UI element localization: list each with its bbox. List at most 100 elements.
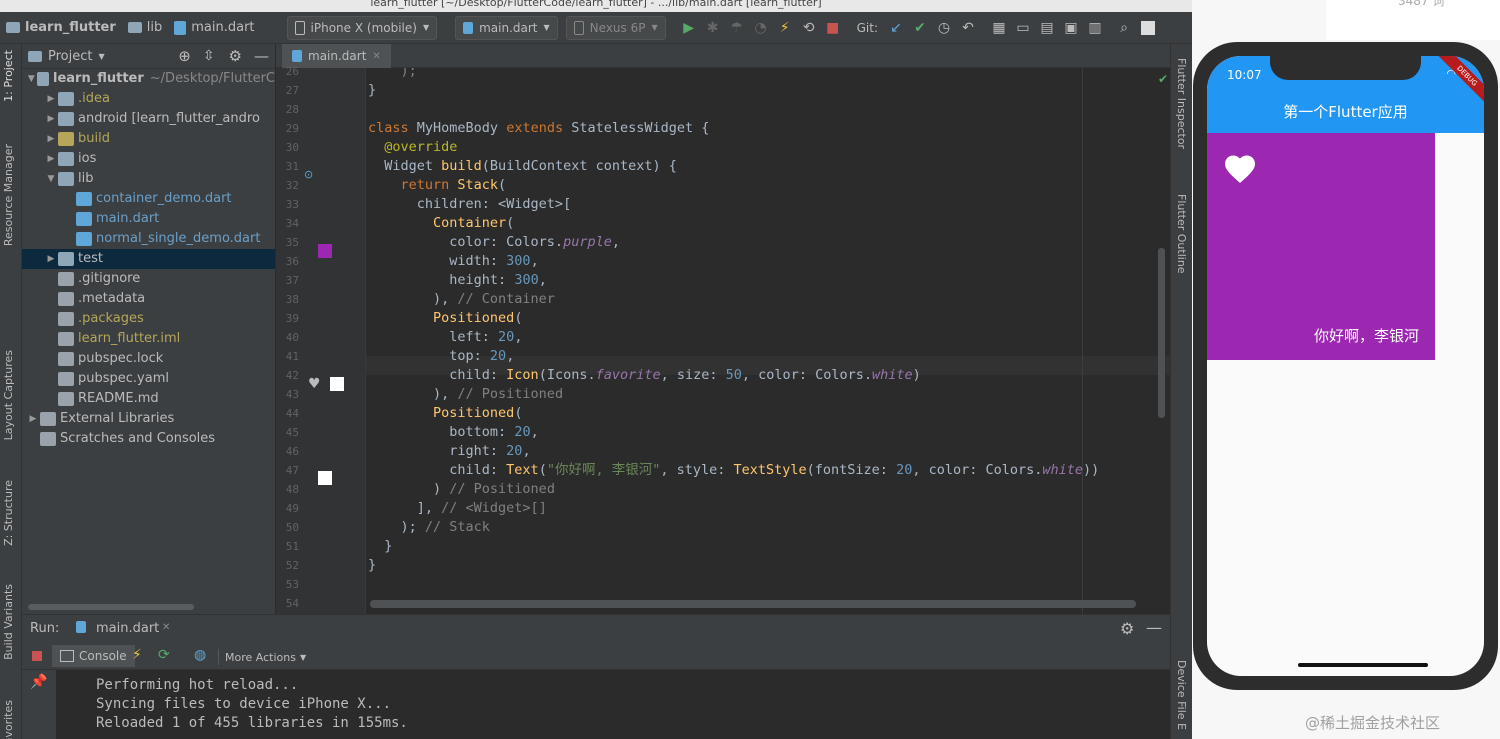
chevron-down-icon[interactable]: ▼ bbox=[98, 52, 104, 61]
gear-icon[interactable]: ⚙ bbox=[229, 47, 242, 65]
editor-scrollbar[interactable] bbox=[1158, 248, 1165, 418]
tree-item[interactable]: pubspec.lock bbox=[22, 349, 275, 369]
color-swatch-purple[interactable] bbox=[318, 244, 332, 258]
search-icon[interactable]: ⌕ bbox=[1113, 17, 1135, 39]
hot-reload-icon[interactable]: ⚡ bbox=[774, 17, 796, 39]
tree-item[interactable]: main.dart bbox=[22, 209, 275, 229]
breadcrumb-file[interactable]: main.dart bbox=[168, 12, 260, 44]
profile-icon[interactable]: ◔ bbox=[750, 17, 772, 39]
tree-item[interactable]: README.md bbox=[22, 389, 275, 409]
git-commit-icon[interactable]: ✔ bbox=[909, 17, 931, 39]
tree-item[interactable]: ▶ test bbox=[22, 249, 275, 269]
code-token: // Stack bbox=[424, 519, 490, 535]
chevron-down-icon[interactable]: ▼ bbox=[26, 69, 37, 89]
git-history-icon[interactable]: ◷ bbox=[933, 17, 955, 39]
code-token: , bbox=[506, 348, 515, 364]
console-tab[interactable]: Console bbox=[52, 645, 135, 667]
git-update-icon[interactable]: ↙ bbox=[885, 17, 907, 39]
chevron-right-icon[interactable]: ▶ bbox=[26, 409, 40, 429]
simulator-screen[interactable]: 10:07 ◠ DEBUG 第一个Flutter应用 你好啊，李银河 bbox=[1207, 56, 1484, 676]
project-structure-icon[interactable]: ▦ bbox=[988, 17, 1010, 39]
editor-hscrollbar[interactable] bbox=[370, 600, 1136, 608]
tree-item[interactable]: ▼ lib bbox=[22, 169, 275, 189]
debug-icon[interactable]: ✱ bbox=[702, 17, 724, 39]
code-editor[interactable]: ✔ );} class MyHomeBody extends StatelessW… bbox=[366, 68, 1170, 614]
code-token: 20 bbox=[489, 348, 507, 364]
hot-reload-icon[interactable]: ⚡ bbox=[132, 647, 142, 663]
tree-item[interactable]: Scratches and Consoles bbox=[22, 429, 275, 449]
tab-favorites[interactable]: avorites bbox=[2, 700, 15, 739]
terminal-icon[interactable]: ▭ bbox=[1012, 17, 1034, 39]
avd-manager-icon[interactable]: ▣ bbox=[1060, 17, 1082, 39]
line-number: 30 bbox=[285, 141, 299, 154]
breadcrumb-lib[interactable]: lib bbox=[122, 12, 168, 44]
tab-resource-manager[interactable]: Resource Manager bbox=[2, 144, 15, 246]
hide-icon[interactable]: — bbox=[1146, 618, 1162, 637]
tree-item[interactable]: ▶ External Libraries bbox=[22, 409, 275, 429]
close-icon[interactable]: ✕ bbox=[162, 622, 170, 633]
stop-icon[interactable] bbox=[32, 651, 42, 661]
coverage-icon[interactable]: ☂ bbox=[726, 17, 748, 39]
hide-icon[interactable]: — bbox=[254, 47, 269, 65]
chevron-right-icon[interactable]: ▶ bbox=[44, 149, 58, 169]
tree-item[interactable]: learn_flutter.iml bbox=[22, 329, 275, 349]
device-selector[interactable]: iPhone X (mobile) ▼ bbox=[286, 15, 438, 40]
code-line: @override bbox=[368, 138, 457, 157]
stop-icon[interactable]: ■ bbox=[822, 17, 844, 39]
code-token: // Positioned bbox=[449, 481, 555, 497]
tree-item[interactable]: pubspec.yaml bbox=[22, 369, 275, 389]
chevron-down-icon[interactable]: ▼ bbox=[44, 169, 58, 189]
tree-item[interactable]: ▼ learn_flutter ~/Desktop/FlutterC bbox=[22, 69, 275, 89]
run-tab-main-dart[interactable]: main.dart bbox=[96, 621, 159, 636]
tree-item[interactable]: ▶ .idea bbox=[22, 89, 275, 109]
locate-icon[interactable]: ⊕ bbox=[178, 47, 191, 65]
chevron-right-icon[interactable]: ▶ bbox=[44, 129, 58, 149]
devtools-icon[interactable]: ◍ bbox=[194, 647, 206, 663]
line-number: 52 bbox=[285, 559, 299, 572]
code-token: Positioned bbox=[368, 310, 515, 326]
gear-icon[interactable]: ⚙ bbox=[1120, 619, 1134, 638]
close-icon[interactable]: ✕ bbox=[372, 51, 380, 62]
project-scrollbar[interactable] bbox=[28, 604, 194, 610]
tab-project[interactable]: 1: Project bbox=[2, 50, 15, 102]
home-indicator[interactable] bbox=[1298, 663, 1428, 667]
tab-structure[interactable]: Z: Structure bbox=[2, 480, 15, 546]
run-config-selector[interactable]: main.dart ▼ bbox=[455, 15, 558, 40]
tree-item[interactable]: .packages bbox=[22, 309, 275, 329]
override-icon[interactable]: ⊙ bbox=[304, 168, 313, 181]
tab-flutter-outline[interactable]: Flutter Outline bbox=[1175, 194, 1188, 274]
chevron-right-icon[interactable]: ▶ bbox=[44, 109, 58, 129]
tab-flutter-inspector[interactable]: Flutter Inspector bbox=[1175, 58, 1188, 149]
project-panel-header: Project ▼ ⊕ ⇳ ⚙ — bbox=[22, 44, 275, 69]
tab-build-variants[interactable]: Build Variants bbox=[2, 584, 15, 660]
color-swatch-white[interactable] bbox=[318, 471, 332, 485]
tree-item[interactable]: ▶ ios bbox=[22, 149, 275, 169]
tab-device-file-explorer[interactable]: Device File E bbox=[1175, 660, 1188, 730]
tree-item[interactable]: ▶ build bbox=[22, 129, 275, 149]
tree-item[interactable]: container_demo.dart bbox=[22, 189, 275, 209]
breadcrumb-project[interactable]: learn_flutter bbox=[0, 12, 122, 44]
hot-restart-icon[interactable]: ⟲ bbox=[798, 17, 820, 39]
tree-item[interactable]: .metadata bbox=[22, 289, 275, 309]
project-view-selector[interactable]: Project bbox=[48, 49, 92, 64]
color-swatch-white[interactable] bbox=[330, 377, 344, 391]
hot-restart-icon[interactable]: ⟳ bbox=[158, 647, 170, 663]
tab-layout-captures[interactable]: Layout Captures bbox=[2, 350, 15, 440]
chevron-right-icon[interactable]: ▶ bbox=[44, 249, 58, 269]
line-number: 28 bbox=[285, 103, 299, 116]
line-number: 34 bbox=[285, 217, 299, 230]
run-icon[interactable]: ▶ bbox=[678, 17, 700, 39]
pin-icon[interactable]: 📌 bbox=[30, 674, 47, 690]
device-manager-icon[interactable]: ▥ bbox=[1084, 17, 1106, 39]
tree-item[interactable]: ▶ android [learn_flutter_andro bbox=[22, 109, 275, 129]
more-actions-button[interactable]: More Actions ▼ bbox=[218, 649, 306, 665]
emulator-selector[interactable]: Nexus 6P ▼ bbox=[565, 15, 666, 40]
console-output[interactable]: Performing hot reload... Syncing files t… bbox=[56, 670, 1170, 739]
tree-item[interactable]: normal_single_demo.dart bbox=[22, 229, 275, 249]
sdk-manager-icon[interactable]: ▤ bbox=[1036, 17, 1058, 39]
collapse-icon[interactable]: ⇳ bbox=[203, 48, 215, 64]
avatar-icon[interactable] bbox=[1137, 17, 1159, 39]
tree-item[interactable]: .gitignore bbox=[22, 269, 275, 289]
git-rollback-icon[interactable]: ↶ bbox=[957, 17, 979, 39]
chevron-right-icon[interactable]: ▶ bbox=[44, 89, 58, 109]
